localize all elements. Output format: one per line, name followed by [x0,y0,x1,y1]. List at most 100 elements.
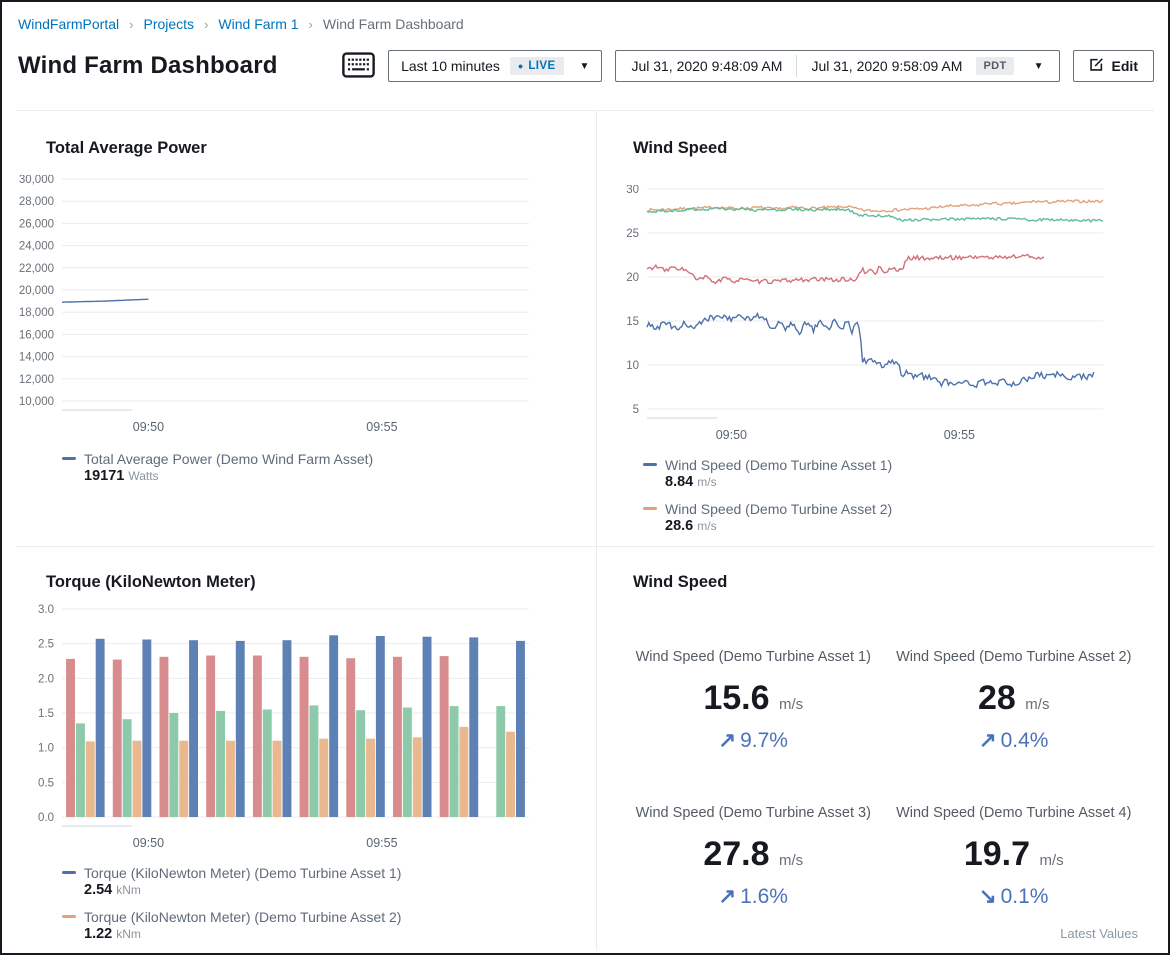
legend-unit: m/s [697,519,716,533]
kpi-unit: m/s [779,852,803,869]
kpi-trend: ↗9.7% [623,728,884,753]
svg-text:3.0: 3.0 [38,604,54,616]
panel-title: Total Average Power [46,111,596,159]
breadcrumb-separator-icon: › [129,17,133,32]
kpi-cell-asset-4: Wind Speed (Demo Turbine Asset 4) 19.7 m… [884,805,1145,909]
svg-text:2.5: 2.5 [38,639,54,651]
kpi-unit: m/s [779,696,803,713]
svg-text:1.0: 1.0 [38,743,54,755]
legend-item: Torque (KiloNewton Meter) (Demo Turbine … [62,907,596,943]
kpi-cell-asset-1: Wind Speed (Demo Turbine Asset 1) 15.6 m… [623,649,884,753]
legend-unit: kNm [116,883,141,897]
time-range-dropdown[interactable]: Last 10 minutes ● LIVE ▼ [388,50,602,82]
panel-title: Wind Speed [633,111,1154,159]
kpi-label: Wind Speed (Demo Turbine Asset 3) [623,805,884,821]
kpi-cell-asset-3: Wind Speed (Demo Turbine Asset 3) 27.8 m… [623,805,884,909]
svg-text:09:50: 09:50 [133,420,164,434]
panel-total-average-power: Total Average Power 10,00012,00014,00016… [16,111,596,547]
legend-name: Wind Speed (Demo Turbine Asset 2) [665,501,892,517]
breadcrumb-current-page: Wind Farm Dashboard [323,16,464,32]
dashboard-row-1: Total Average Power 10,00012,00014,00016… [16,111,1154,547]
date-start-value: Jul 31, 2020 9:48:09 AM [631,58,782,74]
page-header: WindFarmPortal › Projects › Wind Farm 1 … [2,2,1168,111]
kpi-label: Wind Speed (Demo Turbine Asset 2) [884,649,1145,665]
svg-text:0.0: 0.0 [38,812,54,824]
svg-text:09:50: 09:50 [716,428,747,442]
keyboard-shortcuts-button[interactable] [342,52,375,81]
kpi-trend-value: 0.1% [1001,885,1049,908]
trend-up-icon: ↗ [979,729,997,752]
kpi-trend: ↘0.1% [884,884,1145,909]
legend-value: 8.84 [665,474,693,490]
legend-unit: Watts [128,469,158,483]
legend-item: Total Average Power (Demo Wind Farm Asse… [62,449,596,485]
legend-name: Wind Speed (Demo Turbine Asset 1) [665,457,892,473]
legend-dash-icon [643,507,657,510]
legend-name: Total Average Power (Demo Wind Farm Asse… [84,451,373,467]
kpi-unit: m/s [1025,696,1049,713]
live-badge-label: LIVE [528,60,555,72]
svg-text:18,000: 18,000 [19,307,54,319]
svg-text:20: 20 [626,272,639,284]
page-title: Wind Farm Dashboard [16,52,278,80]
legend: Wind Speed (Demo Turbine Asset 1) 8.84 m… [643,455,1154,547]
torque-chart: 0.00.51.01.52.02.53.009:5009:55 [16,603,596,861]
svg-text:30,000: 30,000 [19,175,54,186]
legend-dash-icon [62,871,76,874]
kpi-cell-asset-2: Wind Speed (Demo Turbine Asset 2) 28 m/s… [884,649,1145,753]
kpi-trend: ↗1.6% [623,884,884,909]
kpi-grid: Wind Speed (Demo Turbine Asset 1) 15.6 m… [623,649,1154,909]
legend: Torque (KiloNewton Meter) (Demo Turbine … [62,863,596,950]
breadcrumb-portal-link[interactable]: WindFarmPortal [18,16,119,32]
panel-wind-speed-chart: Wind Speed 5101520253009:5009:55 Wind Sp… [596,111,1154,547]
legend-name: Torque (KiloNewton Meter) (Demo Turbine … [84,865,401,881]
svg-text:25: 25 [626,228,639,240]
date-separator [796,55,797,77]
kpi-unit: m/s [1039,852,1063,869]
legend-item: Wind Speed (Demo Turbine Asset 1) 8.84 m… [643,455,1154,491]
kpi-trend-value: 1.6% [740,885,788,908]
legend-unit: kNm [116,927,141,941]
edit-button[interactable]: Edit [1073,50,1154,82]
svg-text:09:55: 09:55 [366,420,397,434]
dashboard-grid: Total Average Power 10,00012,00014,00016… [2,111,1168,950]
chevron-down-icon: ▼ [1034,61,1044,72]
svg-text:5: 5 [633,404,639,416]
legend-dash-icon [62,915,76,918]
breadcrumb: WindFarmPortal › Projects › Wind Farm 1 … [16,16,1154,32]
legend-name: Torque (KiloNewton Meter) (Demo Turbine … [84,909,401,925]
date-range-picker[interactable]: Jul 31, 2020 9:48:09 AM Jul 31, 2020 9:5… [615,50,1059,82]
kpi-trend: ↗0.4% [884,728,1145,753]
svg-text:20,000: 20,000 [19,285,54,297]
legend-item: Wind Speed (Demo Turbine Asset 2) 28.6 m… [643,499,1154,535]
trend-up-icon: ↗ [719,729,737,752]
breadcrumb-separator-icon: › [309,17,313,32]
edit-icon [1089,57,1104,75]
latest-values-label: Latest Values [1060,926,1138,941]
svg-text:12,000: 12,000 [19,374,54,386]
svg-text:14,000: 14,000 [19,352,54,364]
legend-unit: m/s [697,475,716,489]
total-average-power-chart: 10,00012,00014,00016,00018,00020,00022,0… [16,175,596,447]
trend-down-icon: ↘ [979,885,997,908]
svg-text:09:55: 09:55 [944,428,975,442]
panel-title: Torque (KiloNewton Meter) [46,547,596,593]
svg-text:22,000: 22,000 [19,263,54,275]
title-row: Wind Farm Dashboard [16,49,1154,83]
dashboard-window: WindFarmPortal › Projects › Wind Farm 1 … [0,0,1170,955]
kpi-trend-value: 9.7% [740,729,788,752]
trend-up-icon: ↗ [719,885,737,908]
breadcrumb-windfarm-link[interactable]: Wind Farm 1 [218,16,298,32]
svg-text:2.0: 2.0 [38,673,54,685]
time-range-label: Last 10 minutes [401,58,500,74]
panel-title: Wind Speed [633,547,1154,593]
svg-text:24,000: 24,000 [19,241,54,253]
keyboard-icon [342,52,375,81]
legend-value: 1.22 [84,926,112,942]
kpi-value: 28 [978,679,1016,717]
breadcrumb-projects-link[interactable]: Projects [143,16,194,32]
legend-value: 19171 [84,468,124,484]
legend: Total Average Power (Demo Wind Farm Asse… [62,449,596,485]
panel-torque: Torque (KiloNewton Meter) 0.00.51.01.52.… [16,547,596,950]
svg-text:16,000: 16,000 [19,329,54,341]
